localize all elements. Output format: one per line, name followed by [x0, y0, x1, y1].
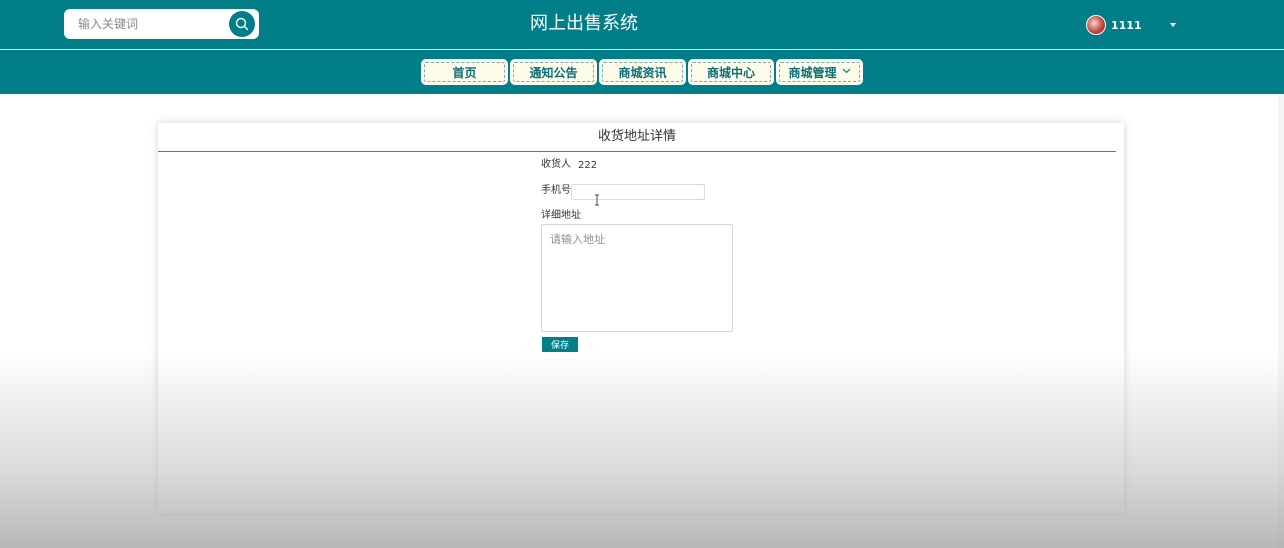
username: 1111 — [1111, 18, 1142, 32]
text-cursor-icon — [594, 194, 600, 209]
page-title: 收货地址详情 — [597, 129, 676, 144]
receiver-input[interactable] — [578, 158, 638, 172]
address-detail-card: 收货地址详情 收货人 手机号 详细地址 保存 — [158, 123, 1124, 513]
nav-item-label: 商城中心 — [706, 65, 755, 80]
phone-label: 手机号 — [541, 185, 571, 196]
nav-item-notices[interactable]: 通知公告 — [510, 59, 597, 85]
title-divider — [158, 151, 1116, 152]
chevron-down-icon — [842, 67, 851, 77]
phone-input[interactable] — [571, 184, 705, 200]
nav-item-label: 商城管理 — [788, 65, 837, 80]
search-button[interactable] — [229, 11, 255, 37]
page-scrollbar[interactable] — [1278, 94, 1284, 548]
user-menu[interactable]: 1111 — [1086, 14, 1176, 36]
save-button[interactable]: 保存 — [542, 337, 578, 352]
nav-item-news[interactable]: 商城资讯 — [599, 59, 686, 85]
address-textarea[interactable] — [541, 224, 733, 332]
nav-item-label: 商城资讯 — [618, 65, 667, 80]
nav-item-mall-center[interactable]: 商城中心 — [688, 59, 774, 85]
search-icon — [235, 17, 249, 31]
site-title: 网上出售系统 — [530, 13, 638, 34]
search-input[interactable] — [64, 9, 226, 39]
receiver-label: 收货人 — [541, 159, 571, 170]
address-label: 详细地址 — [541, 210, 581, 221]
nav-item-label: 通知公告 — [529, 65, 578, 80]
nav-item-mall-management[interactable]: 商城管理 — [776, 59, 863, 85]
nav-item-home[interactable]: 首页 — [421, 59, 508, 85]
nav-item-label: 首页 — [452, 65, 477, 80]
avatar — [1086, 15, 1106, 35]
top-header: 网上出售系统 1111 — [0, 0, 1284, 49]
caret-down-icon — [1169, 23, 1176, 27]
